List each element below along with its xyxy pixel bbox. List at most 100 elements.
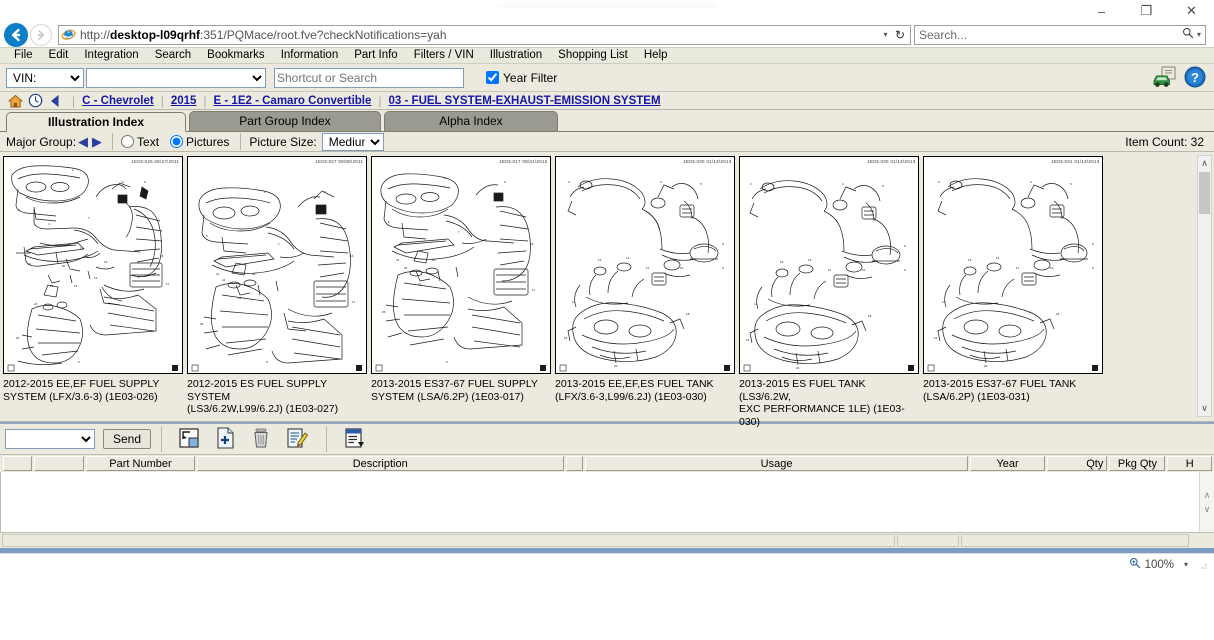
edit-note-icon[interactable] <box>286 427 310 451</box>
column-header-pkg-qty[interactable]: Pkg Qty <box>1109 456 1165 471</box>
column-header-select[interactable] <box>3 456 32 471</box>
column-header-blank[interactable] <box>566 456 583 471</box>
thumbnail-cell[interactable]: 1E03-030 01/13/2013 <box>555 156 737 421</box>
major-group-next-button[interactable]: ▶ <box>92 134 102 150</box>
zoom-dropdown-icon[interactable]: ▾ <box>1184 560 1188 569</box>
breadcrumb-item-year[interactable]: 2015 <box>171 95 197 107</box>
menu-illustration[interactable]: Illustration <box>482 47 550 64</box>
column-header-qty[interactable]: Qty <box>1047 456 1107 471</box>
breadcrumb-item-system[interactable]: 03 - FUEL SYSTEM-EXHAUST-EMISSION SYSTEM <box>389 95 661 107</box>
menu-shopping-list[interactable]: Shopping List <box>550 47 636 64</box>
thumbnail-cell[interactable]: 1E03-027 09/06/2011 <box>187 156 369 421</box>
thumbnail-cell[interactable]: 1E03-026 08/27/2011 <box>3 156 185 421</box>
illustration-thumbnail[interactable]: 1E03-027 09/06/2011 <box>187 156 367 374</box>
car-icon[interactable] <box>1152 66 1178 91</box>
menu-search[interactable]: Search <box>147 47 199 64</box>
thumbnail-cell[interactable]: 1E03-031 01/13/2013 <box>923 156 1105 421</box>
year-filter-label: Year Filter <box>503 71 557 85</box>
column-header-icon[interactable] <box>34 456 84 471</box>
thumbnail-scrollbar[interactable]: ∧ ∨ <box>1197 155 1212 417</box>
address-bar[interactable]: http://desktop-l09qrhf:351/PQMace/root.f… <box>58 25 911 45</box>
home-icon[interactable] <box>5 94 25 108</box>
menu-edit[interactable]: Edit <box>41 47 77 64</box>
refresh-icon[interactable]: ↻ <box>892 28 908 42</box>
breadcrumb-item-make[interactable]: C - Chevrolet <box>82 95 154 107</box>
breadcrumb-item-model[interactable]: E - 1E2 - Camaro Convertible <box>214 95 372 107</box>
menu-information[interactable]: Information <box>273 47 347 64</box>
clock-icon[interactable] <box>25 93 45 108</box>
column-header-part-number[interactable]: Part Number <box>86 456 194 471</box>
maximize-button[interactable]: ❐ <box>1124 0 1169 22</box>
column-header-usage[interactable]: Usage <box>585 456 968 471</box>
menu-help[interactable]: Help <box>636 47 676 64</box>
tab-alpha-index[interactable]: Alpha Index <box>384 111 558 131</box>
scroll-up-button[interactable]: ∧ <box>1204 490 1211 501</box>
column-header-year[interactable]: Year <box>970 456 1045 471</box>
thumbnail-cell[interactable]: 1E03-017 08/31/2012 <box>371 156 553 421</box>
svg-text:6: 6 <box>266 360 268 364</box>
caption-line-2: (LFX/3.6-3,L99/6.2J) (1E03-030) <box>555 391 733 404</box>
thumbnail-cell[interactable]: 1E03-030 01/13/2013 <box>739 156 921 421</box>
search-placeholder: Search... <box>919 28 1182 42</box>
vin-value-select[interactable] <box>86 68 266 88</box>
list-dropdown-icon[interactable] <box>343 427 367 451</box>
search-dropdown-icon[interactable]: ▾ <box>1197 30 1201 39</box>
illustration-thumbnail[interactable]: 1E03-026 08/27/2011 <box>3 156 183 374</box>
scroll-down-button[interactable]: ∨ <box>1198 401 1211 416</box>
restore-window-icon[interactable] <box>178 427 202 451</box>
add-document-icon[interactable] <box>214 427 238 451</box>
back-button[interactable] <box>4 23 28 47</box>
shortcut-search-input[interactable] <box>274 68 464 88</box>
illustration-thumbnail[interactable]: 1E03-030 01/13/2013 <box>739 156 919 374</box>
view-mode-text-option[interactable]: Text <box>121 135 159 149</box>
illustration-thumbnail[interactable]: 1E03-030 01/13/2013 <box>555 156 735 374</box>
illustration-thumbnail[interactable]: 1E03-017 08/31/2012 <box>371 156 551 374</box>
parts-table-body[interactable]: ∧ ∨ <box>0 472 1214 532</box>
delete-trash-icon[interactable] <box>250 427 274 451</box>
forward-button[interactable] <box>30 24 52 46</box>
svg-text:20: 20 <box>984 364 988 368</box>
search-icon[interactable] <box>1182 27 1194 42</box>
scrollbar-thumb[interactable] <box>1199 172 1210 214</box>
quantity-select[interactable] <box>5 429 95 449</box>
menu-file[interactable]: File <box>6 47 41 64</box>
major-group-prev-button[interactable]: ◀ <box>78 134 88 150</box>
scroll-down-button[interactable]: ∨ <box>1204 504 1211 515</box>
vin-type-select[interactable]: VIN: <box>6 68 84 88</box>
menu-integration[interactable]: Integration <box>76 47 146 64</box>
year-filter-group[interactable]: Year Filter <box>486 71 557 85</box>
breadcrumb-separator: | <box>72 94 75 108</box>
menu-part-info[interactable]: Part Info <box>346 47 405 64</box>
resize-grip-icon[interactable] <box>1198 560 1208 570</box>
svg-text:9: 9 <box>722 266 724 270</box>
address-dropdown-icon[interactable]: ▾ <box>879 30 892 39</box>
zoom-level-label[interactable]: 100% <box>1145 559 1174 571</box>
menu-bookmarks[interactable]: Bookmarks <box>199 47 273 64</box>
text-radio[interactable] <box>121 135 134 148</box>
parts-table-scrollbar[interactable]: ∧ ∨ <box>1199 472 1214 532</box>
view-mode-pictures-option[interactable]: Pictures <box>170 135 229 149</box>
help-icon[interactable]: ? <box>1184 66 1206 91</box>
year-filter-checkbox[interactable] <box>486 71 499 84</box>
minimize-button[interactable]: – <box>1079 0 1124 22</box>
pictures-radio[interactable] <box>170 135 183 148</box>
column-header-h[interactable]: H <box>1167 456 1212 471</box>
svg-text:2: 2 <box>750 182 752 186</box>
back-triangle-icon[interactable] <box>45 94 65 108</box>
svg-text:11: 11 <box>1016 266 1019 270</box>
svg-text:13: 13 <box>104 260 108 264</box>
svg-text:12: 12 <box>808 258 812 262</box>
close-button[interactable]: ✕ <box>1169 0 1214 22</box>
menu-filters-vin[interactable]: Filters / VIN <box>406 47 482 64</box>
tab-part-group-index[interactable]: Part Group Index <box>189 111 381 131</box>
zoom-icon[interactable] <box>1129 557 1141 572</box>
picture-size-select[interactable]: Medium <box>322 133 384 151</box>
browser-search-box[interactable]: Search... ▾ <box>914 25 1206 45</box>
send-button[interactable]: Send <box>103 429 151 449</box>
column-header-description[interactable]: Description <box>197 456 564 471</box>
scroll-up-button[interactable]: ∧ <box>1198 156 1211 171</box>
illustration-thumbnail[interactable]: 1E03-031 01/13/2013 <box>923 156 1103 374</box>
svg-text:20: 20 <box>614 364 618 368</box>
svg-text:9: 9 <box>122 180 124 184</box>
tab-illustration-index[interactable]: Illustration Index <box>6 112 186 132</box>
